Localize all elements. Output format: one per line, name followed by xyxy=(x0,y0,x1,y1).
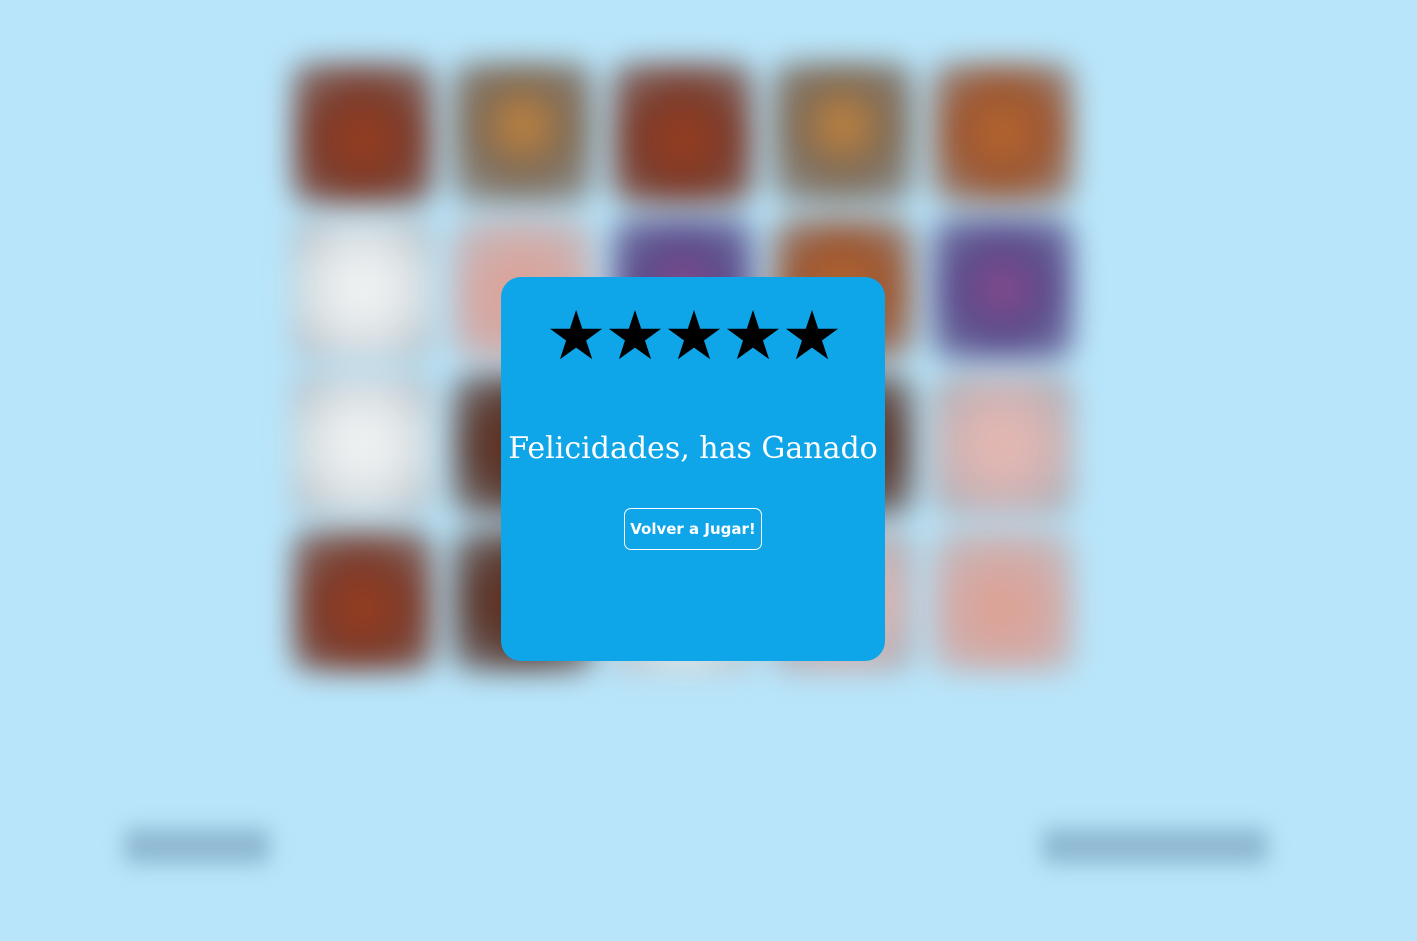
memory-card xyxy=(932,374,1074,516)
win-message: Felicidades, has Ganado xyxy=(508,431,878,466)
background-button-right xyxy=(1042,828,1268,864)
star-icon: ★ xyxy=(781,297,842,376)
memory-card xyxy=(292,374,434,516)
star-rating: ★★★★★ xyxy=(501,299,885,375)
memory-card xyxy=(452,62,594,204)
memory-card xyxy=(772,62,914,204)
star-icon: ★ xyxy=(545,297,607,376)
star-icon: ★ xyxy=(663,297,725,376)
play-again-button[interactable]: Volver a Jugar! xyxy=(624,508,762,550)
memory-card xyxy=(292,218,434,360)
memory-card xyxy=(292,62,434,204)
game-screen: ★★★★★ Felicidades, has Ganado Volver a J… xyxy=(0,0,1417,941)
star-icon: ★ xyxy=(722,297,783,376)
star-icon: ★ xyxy=(604,297,666,376)
memory-card xyxy=(932,218,1074,360)
memory-card xyxy=(292,530,434,672)
background-button-left xyxy=(124,828,270,864)
memory-card xyxy=(612,62,754,204)
memory-card xyxy=(932,530,1074,672)
win-modal: ★★★★★ Felicidades, has Ganado Volver a J… xyxy=(501,277,885,661)
memory-card xyxy=(932,62,1074,204)
